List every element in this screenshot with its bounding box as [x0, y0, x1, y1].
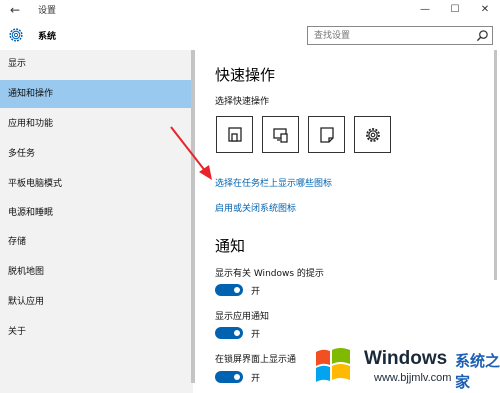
- search-icon[interactable]: [476, 29, 489, 42]
- notifications-title: 通知: [215, 237, 246, 255]
- system-icons-link[interactable]: 启用或关闭系统图标: [215, 201, 296, 214]
- sidebar-item-default-apps[interactable]: 默认应用: [0, 288, 193, 316]
- sidebar-item-storage[interactable]: 存储: [0, 228, 193, 256]
- page-title: 系统: [38, 32, 57, 42]
- toggle-knob: [234, 287, 240, 293]
- quick-actions-title: 快速操作: [215, 66, 276, 84]
- sidebar-item-display[interactable]: 显示: [0, 50, 193, 78]
- minimize-button[interactable]: —: [410, 0, 440, 20]
- title-bar: ← 设置 — ☐ ✕: [0, 0, 500, 20]
- close-button[interactable]: ✕: [470, 0, 500, 20]
- quick-action-tablet-mode[interactable]: [216, 116, 253, 153]
- back-arrow-icon[interactable]: ←: [6, 2, 24, 18]
- sidebar-item-multitasking[interactable]: 多任务: [0, 140, 193, 168]
- toggle-knob: [234, 330, 240, 336]
- watermark: Windows 系统之家 www.bjjmlv.com: [308, 340, 500, 393]
- setting-label-windows-tips: 显示有关 Windows 的提示: [215, 269, 324, 279]
- scrollbar-thumb[interactable]: [494, 50, 497, 280]
- annotation-arrow-icon: [170, 126, 212, 180]
- sidebar: 显示 通知和操作 应用和功能 多任务 平板电脑模式 电源和睡眠 存储 脱机地图 …: [0, 50, 193, 393]
- app-notifications-state: 开: [251, 330, 261, 340]
- quick-actions-subtitle: 选择快速操作: [215, 97, 270, 107]
- lock-screen-toggle[interactable]: [215, 371, 243, 383]
- sidebar-item-about[interactable]: 关于: [0, 318, 193, 346]
- sidebar-item-power-sleep[interactable]: 电源和睡眠: [0, 199, 193, 227]
- toggle-knob: [234, 374, 240, 380]
- system-gear-icon: [9, 28, 23, 42]
- windows-tips-toggle[interactable]: [215, 284, 243, 296]
- search-box[interactable]: [307, 26, 493, 45]
- windows-tips-state: 开: [251, 287, 261, 297]
- window-title: 设置: [38, 6, 57, 16]
- note-icon: [320, 127, 334, 143]
- sidebar-item-notifications[interactable]: 通知和操作: [0, 80, 193, 108]
- watermark-site-name: 系统之家: [455, 352, 500, 391]
- lock-screen-state: 开: [251, 374, 261, 384]
- quick-action-settings[interactable]: [354, 116, 391, 153]
- maximize-button[interactable]: ☐: [440, 0, 470, 20]
- tablet-mode-icon: [228, 127, 242, 142]
- app-notifications-toggle[interactable]: [215, 327, 243, 339]
- watermark-brand: Windows: [364, 348, 448, 369]
- quick-action-connect[interactable]: [262, 116, 299, 153]
- sidebar-item-tablet-mode[interactable]: 平板电脑模式: [0, 170, 193, 198]
- sidebar-item-offline-maps[interactable]: 脱机地图: [0, 258, 193, 286]
- sidebar-item-apps[interactable]: 应用和功能: [0, 110, 193, 138]
- setting-label-lock-screen: 在锁屏界面上显示通: [215, 355, 297, 365]
- page-header: 系统: [0, 20, 500, 50]
- quick-action-note[interactable]: [308, 116, 345, 153]
- setting-label-app-notifications: 显示应用通知: [215, 312, 270, 322]
- connect-icon: [273, 128, 288, 143]
- taskbar-icons-link[interactable]: 选择在任务栏上显示哪些图标: [215, 176, 332, 189]
- windows-logo-icon: [316, 348, 350, 382]
- settings-gear-icon: [366, 128, 380, 142]
- watermark-url: www.bjjmlv.com: [374, 372, 452, 384]
- search-input[interactable]: [308, 27, 474, 44]
